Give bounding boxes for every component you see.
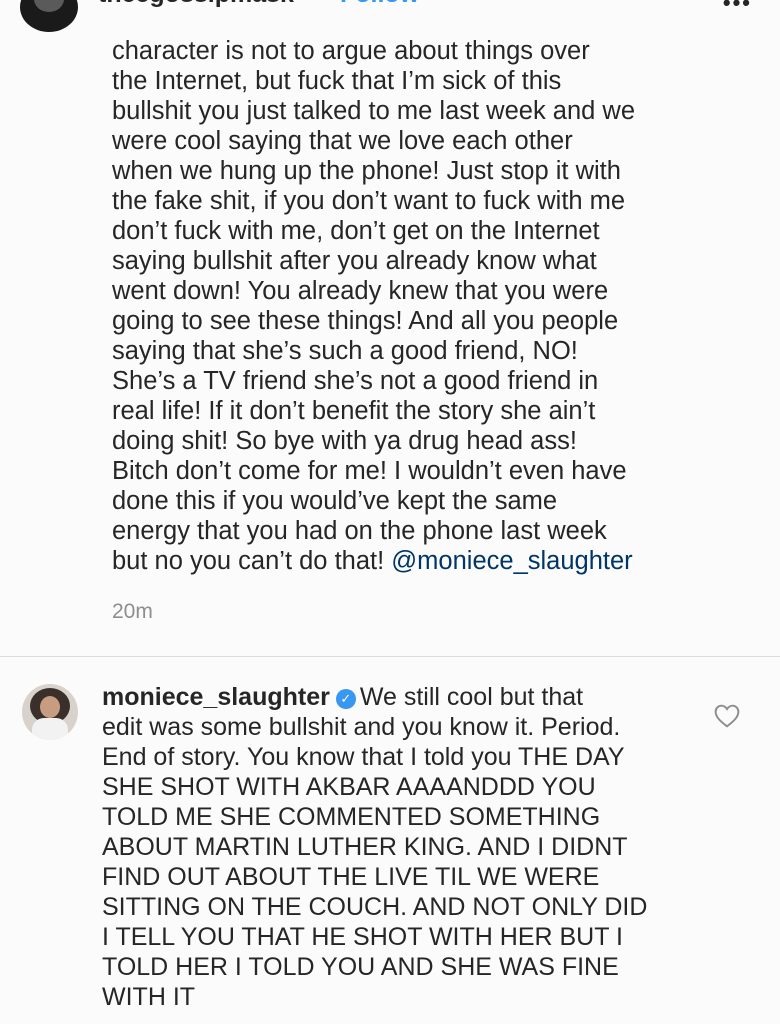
comment-line: TOLD ME SHE COMMENTED SOMETHING: [102, 803, 601, 831]
poster-username[interactable]: theegossipmask: [98, 0, 294, 9]
post-timestamp: 20m: [112, 600, 153, 623]
comment-line: TOLD HER I TOLD YOU AND SHE WAS FINE: [102, 953, 619, 981]
comment-line: WITH IT: [102, 983, 196, 1011]
caption-line: doing shit! So bye with ya drug head ass…: [112, 427, 577, 455]
caption-line: done this if you would’ve kept the same: [112, 487, 558, 515]
comment-text: moniece_slaughter ✓ We still cool but that…: [102, 682, 702, 1012]
comment-line: edit was some bullshit and you know it. …: [102, 713, 621, 741]
caption-line: the Internet, but fuck that I’m sick of …: [112, 67, 562, 95]
mention-link[interactable]: @moniece_slaughter: [391, 547, 632, 575]
caption-last-line: but no you can’t do that! @moniece_slaug…: [112, 546, 762, 576]
follow-button[interactable]: Follow: [340, 0, 419, 9]
caption-line: going to see these things! And all you p…: [112, 307, 619, 335]
caption-line-text: but no you can’t do that!: [112, 547, 385, 575]
more-options-icon[interactable]: •••: [723, 0, 752, 16]
caption-line: were cool saying that we love each other: [112, 127, 573, 155]
comment-line: End of story. You know that I told you T…: [102, 743, 625, 771]
comment-line: SITTING ON THE COUCH. AND NOT ONLY DID: [102, 893, 648, 921]
commenter-username[interactable]: moniece_slaughter: [102, 683, 330, 711]
caption-line: went down! You already knew that you wer…: [112, 277, 609, 305]
post-caption: character is not to argue about things o…: [112, 36, 762, 591]
caption-line: bullshit you just talked to me last week…: [112, 97, 636, 125]
heart-icon[interactable]: [714, 704, 740, 728]
verified-badge-icon: ✓: [335, 689, 356, 709]
comment-line-text: We still cool but that: [359, 683, 584, 711]
caption-line: She’s a TV friend she’s not a good frien…: [112, 367, 599, 395]
caption-line: don’t fuck with me, don’t get on the Int…: [112, 217, 600, 245]
caption-line: saying bullshit after you already know w…: [112, 247, 597, 275]
poster-avatar[interactable]: [20, 0, 78, 32]
divider: [0, 656, 780, 657]
caption-line: saying that she’s such a good friend, NO…: [112, 337, 578, 365]
comment-first-line: moniece_slaughter ✓ We still cool but that: [102, 682, 702, 712]
comment-line: SHE SHOT WITH AKBAR AAAANDDD YOU: [102, 773, 596, 801]
caption-line: Bitch don’t come for me! I wouldn’t even…: [112, 457, 627, 485]
commenter-avatar[interactable]: [22, 684, 78, 740]
caption-line: real life! If it don’t benefit the story…: [112, 397, 596, 425]
comment-line: FIND OUT ABOUT THE LIVE TIL WE WERE: [102, 863, 600, 891]
post-header: theegossipmask • Follow •••: [0, 0, 780, 40]
caption-line: character is not to argue about things o…: [112, 37, 590, 65]
comment-line: I TELL YOU THAT HE SHOT WITH HER BUT I: [102, 923, 623, 951]
caption-line: the fake shit, if you don’t want to fuck…: [112, 187, 626, 215]
header-separator: •: [314, 0, 323, 9]
comment-line: ABOUT MARTIN LUTHER KING. AND I DIDNT: [102, 833, 628, 861]
caption-line: energy that you had on the phone last we…: [112, 517, 607, 545]
caption-line: when we hung up the phone! Just stop it …: [112, 157, 621, 185]
